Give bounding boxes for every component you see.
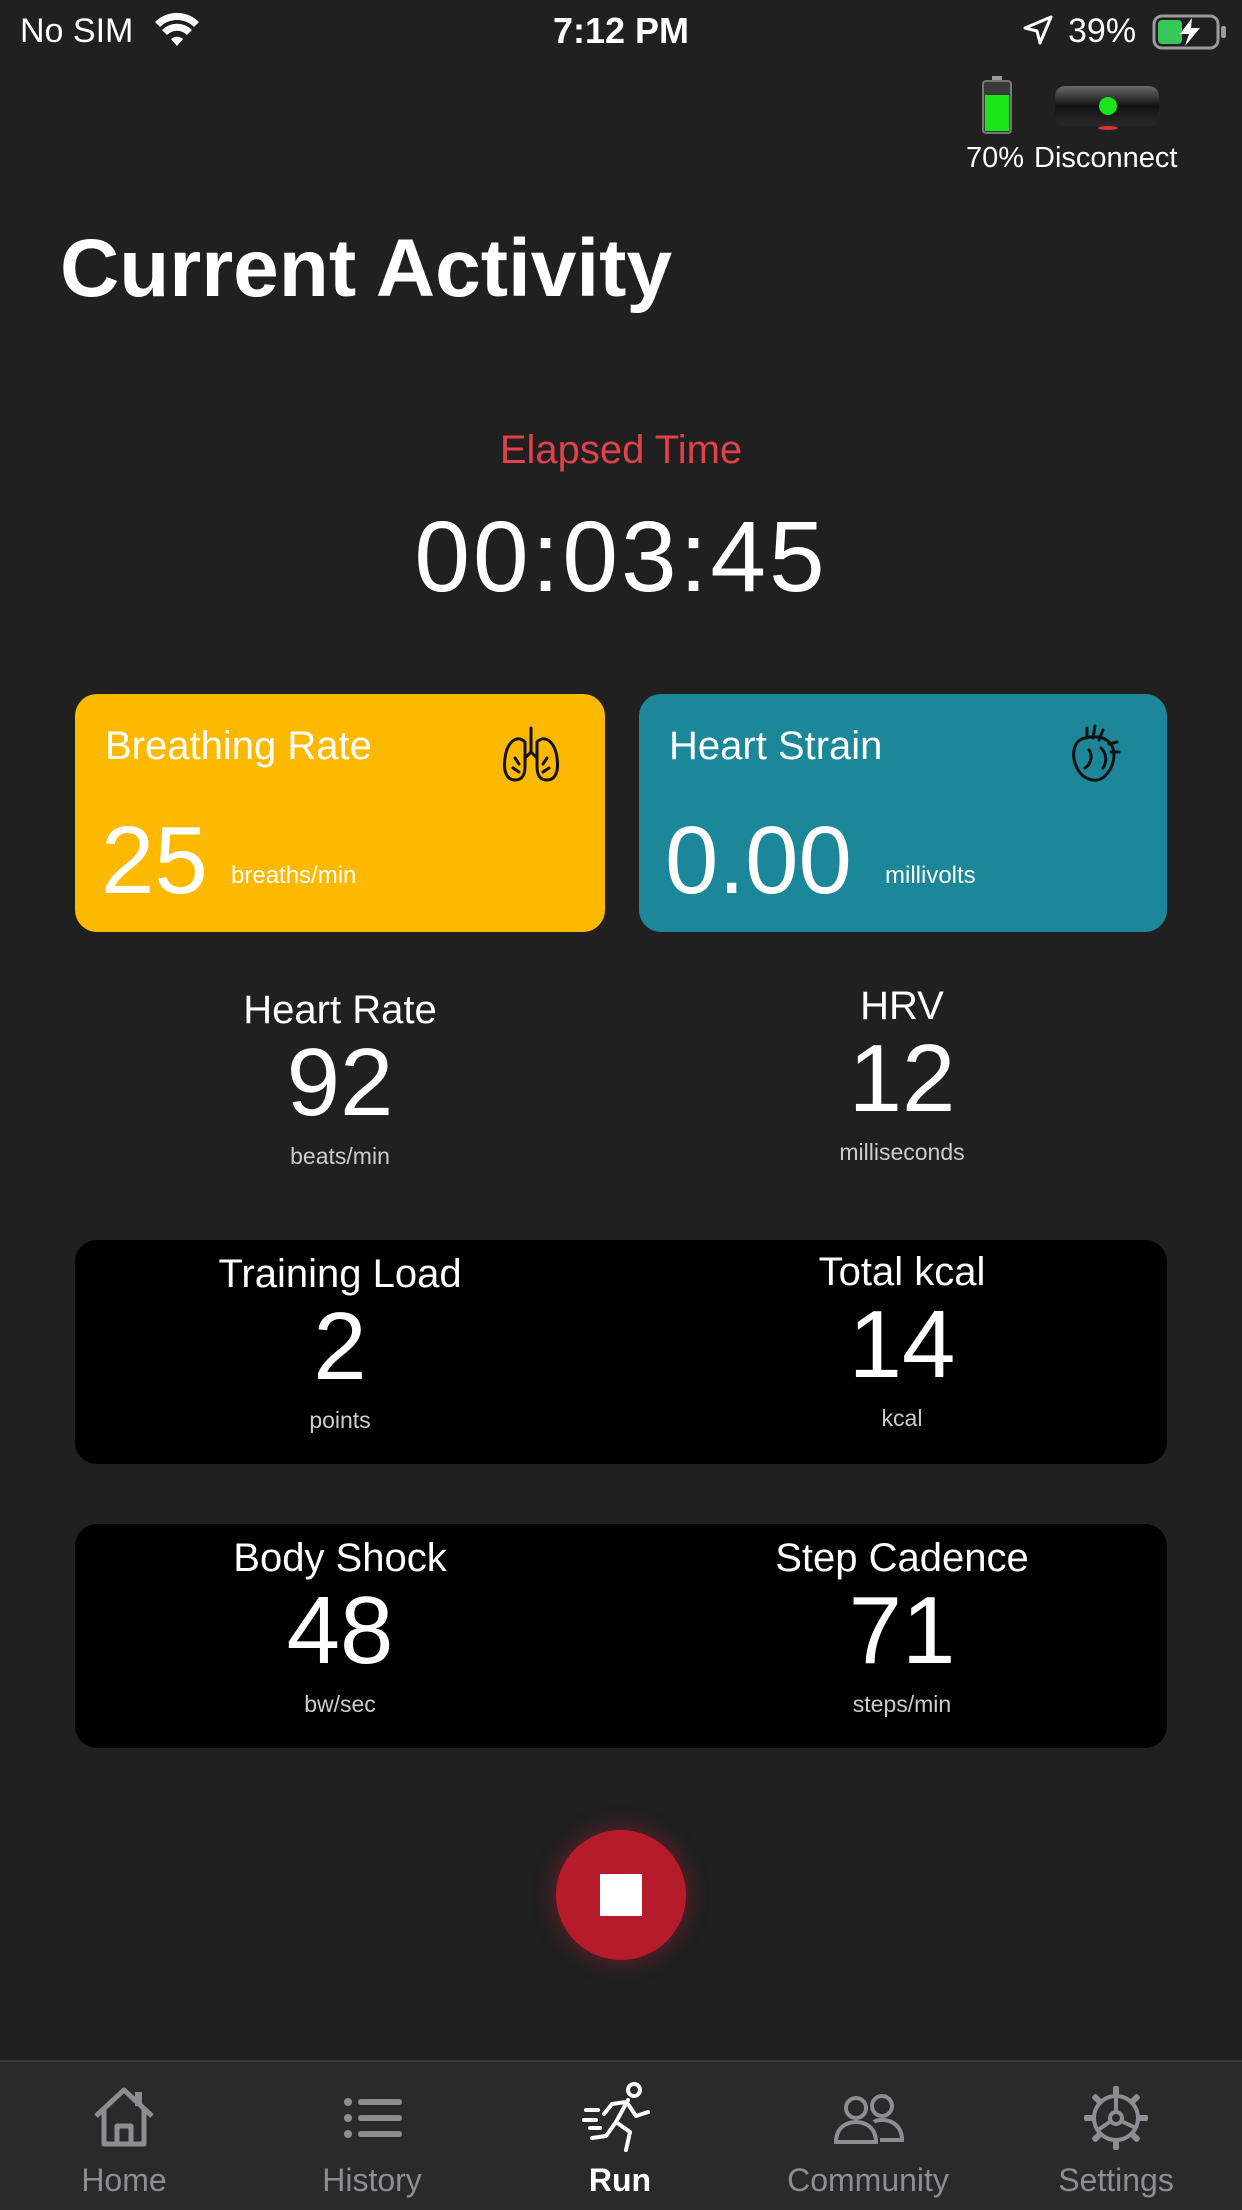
people-icon xyxy=(833,2094,905,2144)
location-arrow-icon xyxy=(1023,15,1053,45)
hrv-metric: HRV 12 milliseconds xyxy=(622,984,1182,1166)
step-cadence-label: Step Cadence xyxy=(775,1536,1029,1580)
battery-charging-icon xyxy=(1152,14,1226,50)
total-kcal-unit: kcal xyxy=(881,1405,923,1431)
device-battery-icon xyxy=(982,76,1012,134)
stop-icon xyxy=(600,1874,642,1916)
heart-rate-unit: beats/min xyxy=(290,1143,390,1169)
total-kcal-metric: Total kcal 14 kcal xyxy=(622,1250,1182,1432)
hrv-label: HRV xyxy=(860,984,944,1028)
tab-history[interactable]: History xyxy=(248,2062,496,2210)
elapsed-time-value: 00:03:45 xyxy=(414,501,828,613)
tab-community[interactable]: Community xyxy=(744,2062,992,2210)
heart-icon xyxy=(1072,724,1121,782)
stop-button[interactable] xyxy=(556,1830,686,1960)
elapsed-time-label: Elapsed Time xyxy=(499,428,743,472)
runner-icon xyxy=(582,2082,650,2152)
body-shock-label: Body Shock xyxy=(233,1536,447,1580)
device-battery-percent: 70% xyxy=(966,142,1025,174)
page-title: Current Activity xyxy=(60,223,673,314)
tab-settings-label: Settings xyxy=(1058,2162,1174,2198)
training-load-unit: points xyxy=(309,1407,371,1433)
breathing-rate-value: 25 xyxy=(101,807,208,914)
body-shock-value: 48 xyxy=(286,1577,394,1684)
tab-bar: Home History Run Community Settings xyxy=(0,2060,1242,2210)
heart-rate-value: 92 xyxy=(286,1029,394,1136)
step-cadence-metric: Step Cadence 71 steps/min xyxy=(622,1536,1182,1718)
tab-history-label: History xyxy=(322,2162,422,2198)
tab-community-label: Community xyxy=(787,2162,949,2198)
tab-home[interactable]: Home xyxy=(0,2062,248,2210)
lungs-icon xyxy=(503,726,559,782)
breathing-rate-unit: breaths/min xyxy=(231,862,357,889)
training-load-label: Training Load xyxy=(218,1252,462,1296)
breathing-rate-card[interactable]: Breathing Rate 25 breaths/min xyxy=(75,694,605,932)
list-icon xyxy=(344,2098,402,2138)
heart-strain-title: Heart Strain xyxy=(669,724,883,768)
total-kcal-label: Total kcal xyxy=(818,1250,986,1294)
home-icon xyxy=(94,2087,154,2147)
tab-run[interactable]: Run xyxy=(496,2062,744,2210)
status-time: 7:12 PM xyxy=(552,10,690,51)
tab-run-label: Run xyxy=(588,2162,652,2198)
heart-rate-metric: Heart Rate 92 beats/min xyxy=(60,988,620,1170)
total-kcal-value: 14 xyxy=(848,1291,956,1398)
tab-settings[interactable]: Settings xyxy=(992,2062,1240,2210)
step-cadence-unit: steps/min xyxy=(852,1691,952,1717)
heart-strain-card[interactable]: Heart Strain 0.00 millivolts xyxy=(639,694,1167,932)
battery-percent: 39% xyxy=(1068,12,1137,50)
sensor-module-icon[interactable] xyxy=(1054,82,1160,132)
heart-strain-value: 0.00 xyxy=(665,807,852,914)
training-load-value: 2 xyxy=(313,1293,367,1400)
training-load-metric: Training Load 2 points xyxy=(60,1252,620,1434)
status-bar: No SIM 7:12 PM 39% xyxy=(0,0,1242,62)
gear-icon xyxy=(1084,2086,1148,2150)
heart-rate-label: Heart Rate xyxy=(243,988,437,1032)
body-shock-unit: bw/sec xyxy=(304,1691,376,1717)
breathing-rate-title: Breathing Rate xyxy=(105,724,372,768)
body-shock-metric: Body Shock 48 bw/sec xyxy=(60,1536,620,1718)
tab-home-label: Home xyxy=(81,2162,167,2198)
heart-strain-unit: millivolts xyxy=(885,862,976,889)
hrv-value: 12 xyxy=(848,1025,956,1132)
disconnect-button[interactable]: Disconnect xyxy=(1034,142,1177,175)
hrv-unit: milliseconds xyxy=(839,1139,965,1165)
step-cadence-value: 71 xyxy=(848,1577,956,1684)
